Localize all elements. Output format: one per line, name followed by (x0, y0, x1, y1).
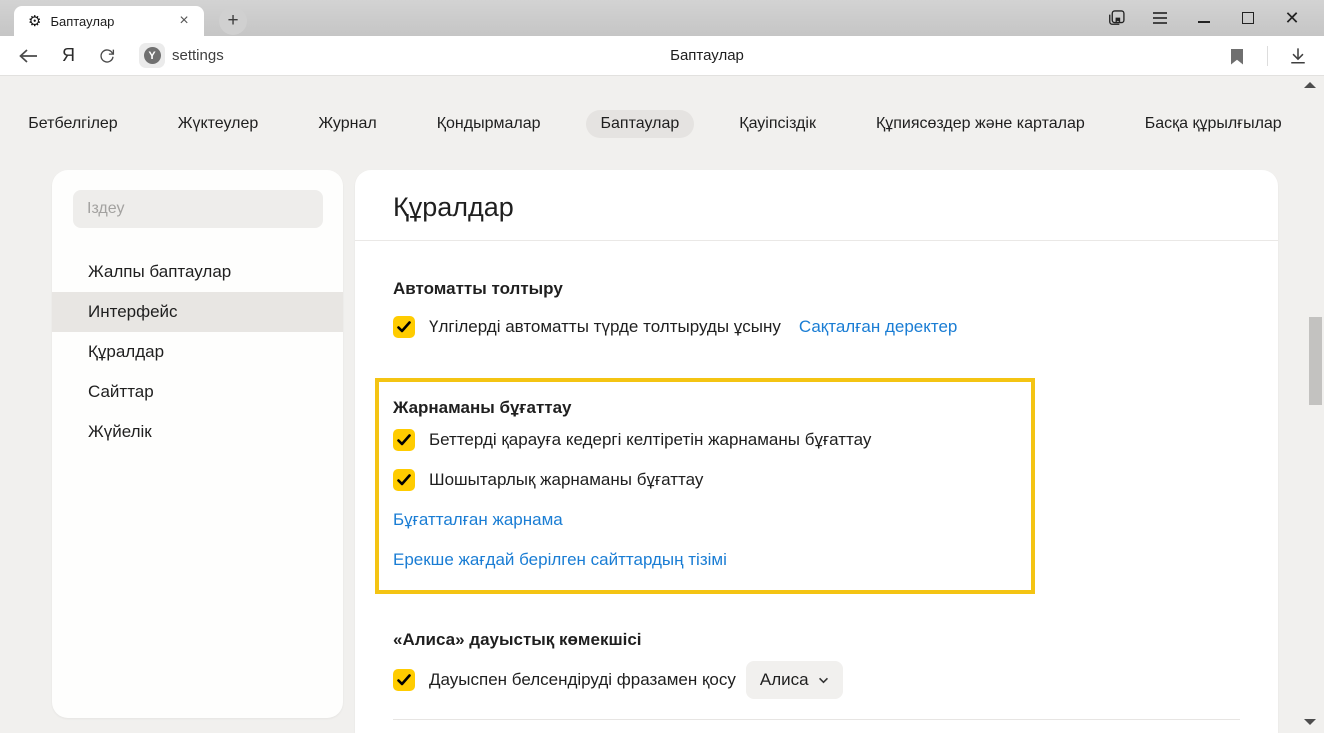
alice-option-row: Дауыспен белсендіруді фразамен қосу Алис… (393, 660, 1240, 700)
checkbox-block-intrusive-ads[interactable] (393, 429, 415, 451)
sidebar-item-system[interactable]: Жүйелік (52, 412, 343, 452)
download-icon (1289, 47, 1307, 65)
new-tab-button[interactable]: + (219, 7, 247, 35)
protect-badge[interactable]: Y (139, 43, 165, 68)
checkmark-icon (397, 674, 411, 686)
checkmark-icon (397, 474, 411, 486)
sidebar-item-interface[interactable]: Интерфейс (52, 292, 343, 332)
minimize-icon (1198, 21, 1210, 23)
tab-title: Баптаулар (50, 14, 174, 29)
toolbar-separator (1267, 46, 1268, 66)
gear-icon: ⚙ (28, 14, 41, 29)
maximize-icon (1242, 12, 1254, 24)
tab-history[interactable]: Журнал (303, 110, 391, 138)
tab-panels-icon (1106, 8, 1126, 28)
tab-security[interactable]: Қауіпсіздік (724, 110, 831, 138)
refresh-button[interactable] (87, 36, 127, 76)
tab-bookmarks[interactable]: Бетбелгілер (13, 110, 132, 138)
refresh-icon (98, 47, 116, 65)
settings-nav-tabs: Бетбелгілер Жүктеулер Журнал Қондырмалар… (0, 110, 1310, 138)
omnibox-page-title: Баптаулар (90, 47, 1324, 64)
tab-panels-button[interactable] (1094, 0, 1138, 36)
settings-sidebar: Жалпы баптаулар Интерфейс Құралдар Сайтт… (52, 170, 343, 718)
tab-passwords-cards[interactable]: Құпиясөздер және карталар (861, 110, 1100, 138)
close-window-button[interactable]: ✕ (1270, 0, 1314, 36)
settings-main-panel: Құралдар Автоматты толтыру Үлгілерді авт… (355, 170, 1278, 733)
section-adblock-highlighted: Жарнаманы бұғаттау Беттерді қарауға кеде… (375, 378, 1035, 594)
browser-tab-settings[interactable]: ⚙ Баптаулар × (14, 6, 204, 36)
blocked-ads-link[interactable]: Бұғатталған жарнама (393, 508, 1017, 532)
settings-page: Бетбелгілер Жүктеулер Журнал Қондырмалар… (0, 76, 1324, 733)
yandex-logo-button[interactable]: Я (62, 45, 75, 66)
scrollbar-up-arrow[interactable] (1304, 82, 1316, 88)
adblock-option-row: Шошытарлық жарнаманы бұғаттау (393, 460, 1017, 500)
sidebar-item-tools[interactable]: Құралдар (52, 332, 343, 372)
section-heading: «Алиса» дауыстық көмекшісі (393, 628, 1240, 652)
browser-window: ⚙ Баптаулар × + (0, 0, 1324, 733)
scrollbar-thumb[interactable] (1309, 317, 1322, 405)
close-icon: ✕ (1284, 8, 1299, 29)
checkbox-label: Дауыспен белсендіруді фразамен қосу (429, 670, 736, 690)
adblock-option-row: Беттерді қарауға кедергі келтіретін жарн… (393, 420, 1017, 460)
title-bar: ⚙ Баптаулар × + (0, 0, 1324, 36)
tab-other-devices[interactable]: Басқа құрылғылар (1130, 110, 1297, 138)
page-title: Құралдар (393, 190, 1240, 224)
checkbox-autofill-suggest[interactable] (393, 316, 415, 338)
saved-data-link[interactable]: Сақталған деректер (799, 315, 958, 339)
tab-close-icon[interactable]: × (174, 11, 194, 31)
dropdown-value: Алиса (760, 670, 809, 690)
chevron-down-icon (818, 677, 829, 684)
tab-settings[interactable]: Баптаулар (586, 110, 695, 138)
checkmark-icon (397, 434, 411, 446)
scrollbar-down-arrow[interactable] (1304, 719, 1316, 725)
checkbox-block-shocking-ads[interactable] (393, 469, 415, 491)
protect-icon: Y (144, 47, 161, 64)
section-alice: «Алиса» дауыстық көмекшісі Дауыспен белс… (393, 628, 1240, 720)
back-button[interactable] (8, 36, 48, 76)
alice-phrase-dropdown[interactable]: Алиса (746, 661, 843, 699)
divider (393, 719, 1240, 720)
divider (355, 240, 1278, 241)
downloads-button[interactable] (1278, 36, 1318, 76)
menu-button[interactable] (1138, 0, 1182, 36)
tab-extensions[interactable]: Қондырмалар (422, 110, 556, 138)
checkbox-label: Шошытарлық жарнаманы бұғаттау (429, 470, 703, 490)
address-text[interactable]: settings (172, 47, 224, 64)
section-autofill: Автоматты толтыру Үлгілерді автоматты тү… (393, 277, 1240, 347)
section-heading: Жарнаманы бұғаттау (393, 396, 1017, 420)
bookmark-button[interactable] (1217, 36, 1257, 76)
checkbox-label: Беттерді қарауға кедергі келтіретін жарн… (429, 430, 871, 450)
sidebar-item-sites[interactable]: Сайттар (52, 372, 343, 412)
exception-sites-link[interactable]: Ерекше жағдай берілген сайттардың тізімі (393, 548, 1017, 572)
search-input[interactable] (73, 190, 323, 228)
tab-downloads[interactable]: Жүктеулер (163, 110, 274, 138)
hamburger-icon (1152, 11, 1168, 25)
minimize-button[interactable] (1182, 0, 1226, 36)
checkbox-voice-activation[interactable] (393, 669, 415, 691)
checkbox-label: Үлгілерді автоматты түрде толтыруды ұсын… (429, 317, 781, 337)
checkmark-icon (397, 321, 411, 333)
sidebar-item-general-settings[interactable]: Жалпы баптаулар (52, 252, 343, 292)
bookmark-icon (1230, 48, 1244, 65)
back-arrow-icon (18, 48, 38, 64)
section-heading: Автоматты толтыру (393, 277, 1240, 301)
maximize-button[interactable] (1226, 0, 1270, 36)
toolbar: Я Y settings Баптаулар (0, 36, 1324, 76)
autofill-option-row: Үлгілерді автоматты түрде толтыруды ұсын… (393, 307, 1240, 347)
